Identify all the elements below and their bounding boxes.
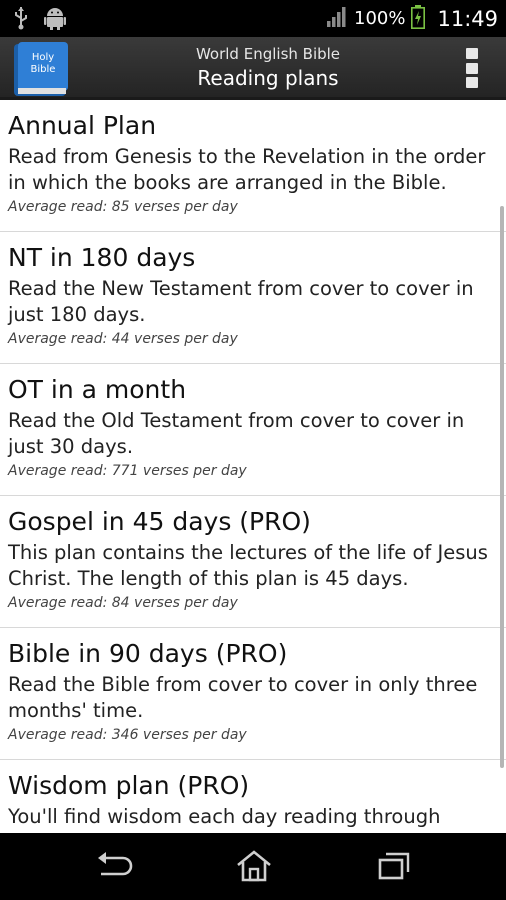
signal-icon (326, 6, 348, 31)
plan-description: Read the New Testament from cover to cov… (8, 277, 474, 326)
plan-description: You'll find wisdom each day reading thro… (8, 805, 441, 828)
app-icon[interactable]: Holy Bible (12, 40, 70, 98)
back-icon[interactable] (93, 849, 133, 883)
plan-title: NT in 180 days (8, 243, 196, 272)
scrollbar[interactable] (500, 206, 504, 768)
status-bar: 100% 11:49 (0, 0, 506, 37)
plan-average: Average read: 771 verses per day (8, 463, 247, 479)
android-debug-icon (44, 6, 66, 34)
plan-average: Average read: 85 verses per day (8, 199, 238, 215)
plan-description: Read the Bible from cover to cover in on… (8, 673, 478, 722)
app-icon-label-1: Holy (32, 52, 54, 63)
plan-item-nt-180[interactable]: NT in 180 days Read the New Testament fr… (0, 232, 506, 364)
home-icon[interactable] (234, 849, 274, 883)
battery-percent: 100% (354, 8, 406, 29)
plan-item-bible-90[interactable]: Bible in 90 days (PRO) Read the Bible fr… (0, 628, 506, 760)
plan-description: Read the Old Testament from cover to cov… (8, 409, 465, 458)
plan-average: Average read: 84 verses per day (8, 595, 238, 611)
plan-average: Average read: 346 verses per day (8, 727, 247, 743)
plan-title: Wisdom plan (PRO) (8, 771, 250, 800)
reading-plans-list[interactable]: Annual Plan Read from Genesis to the Rev… (0, 100, 506, 833)
action-bar-subtitle: World English Bible (195, 45, 341, 63)
plan-title: OT in a month (8, 375, 187, 404)
usb-icon (14, 6, 28, 34)
navigation-bar (0, 833, 506, 900)
overflow-menu-icon[interactable] (466, 48, 478, 88)
action-bar: Holy Bible World English Bible Reading p… (0, 37, 506, 100)
plan-item-gospel-45[interactable]: Gospel in 45 days (PRO) This plan contai… (0, 496, 506, 628)
plan-title: Annual Plan (8, 111, 157, 140)
plan-description: This plan contains the lectures of the l… (8, 541, 488, 590)
recent-apps-icon[interactable] (374, 849, 414, 883)
battery-charging-icon (411, 4, 426, 33)
plan-title: Bible in 90 days (PRO) (8, 639, 288, 668)
app-icon-label-2: Bible (31, 64, 56, 75)
plan-item-wisdom[interactable]: Wisdom plan (PRO) You'll find wisdom eac… (0, 760, 506, 833)
clock: 11:49 (437, 6, 498, 31)
page-title: Reading plans (197, 66, 339, 90)
plan-item-annual[interactable]: Annual Plan Read from Genesis to the Rev… (0, 100, 506, 232)
plan-title: Gospel in 45 days (PRO) (8, 507, 311, 536)
plan-description: Read from Genesis to the Revelation in t… (8, 145, 486, 194)
plan-item-ot-month[interactable]: OT in a month Read the Old Testament fro… (0, 364, 506, 496)
plan-average: Average read: 44 verses per day (8, 331, 238, 347)
